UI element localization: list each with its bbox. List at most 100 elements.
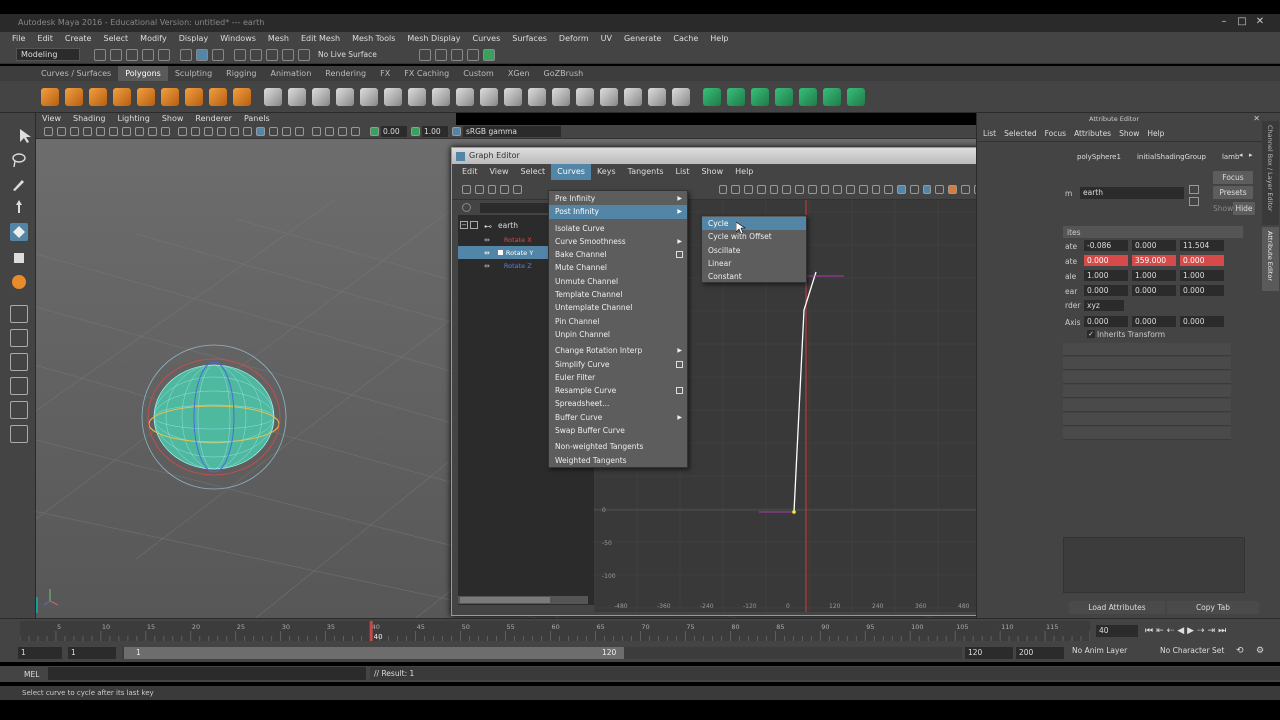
ae-section-extra[interactable] [1063, 413, 1231, 426]
ge-menu-select[interactable]: Select [514, 164, 551, 180]
curves-menu-swap-buffer-curve[interactable]: Swap Buffer Curve [549, 424, 687, 437]
ge-menu-tangents[interactable]: Tangents [622, 164, 670, 180]
clamped-tangent-icon[interactable] [782, 185, 792, 194]
ae-hide-button[interactable]: Hide [1233, 202, 1255, 215]
center-current-time-icon[interactable] [744, 185, 753, 194]
fill-hole-icon[interactable] [576, 87, 594, 106]
select-tool-icon[interactable] [10, 127, 31, 145]
current-time-indicator[interactable] [369, 621, 373, 641]
poly-pyramid-icon[interactable] [209, 87, 227, 106]
menu-generate[interactable]: Generate [618, 32, 667, 46]
node-name-field[interactable]: earth [1080, 187, 1184, 199]
post-infinity-constant[interactable]: Constant [702, 270, 806, 283]
boolean-icon[interactable] [336, 87, 354, 106]
separate-icon[interactable] [288, 87, 306, 106]
menu-select[interactable]: Select [97, 32, 134, 46]
shear-y-field[interactable]: 0.000 [1132, 285, 1176, 296]
smooth-shade-icon[interactable] [191, 127, 200, 136]
shelf-tab-rendering[interactable]: Rendering [318, 66, 373, 81]
menu-cache[interactable]: Cache [667, 32, 704, 46]
auto-key-icon[interactable]: ⟲ [1236, 646, 1244, 656]
curves-menu-curve-smoothness[interactable]: Curve Smoothness ▶ [549, 235, 687, 248]
graph-editor-titlebar[interactable]: Graph Editor ✕ [452, 148, 1061, 164]
xray-joints-icon[interactable] [338, 127, 347, 136]
wedge-icon[interactable] [672, 87, 690, 106]
curves-menu-unpin-channel[interactable]: Unpin Channel [549, 328, 687, 341]
snap-grid-icon[interactable] [234, 48, 246, 61]
ae-tab-polysphere1[interactable]: polySphere1 [1069, 151, 1129, 163]
append-icon[interactable] [456, 87, 474, 106]
ae-focus-button[interactable]: Focus [1213, 171, 1253, 184]
uv-snapshot-icon[interactable] [847, 87, 865, 106]
extrude-icon[interactable] [408, 87, 426, 106]
persp-outliner-icon[interactable] [10, 353, 28, 371]
auto-load-icon[interactable] [897, 185, 906, 194]
scale-tool-icon[interactable] [10, 249, 28, 267]
option-box-icon[interactable] [676, 251, 683, 259]
poly-prism-icon[interactable] [185, 87, 203, 106]
move-tool-icon[interactable] [10, 199, 28, 217]
ge-menu-list[interactable]: List [670, 164, 696, 180]
poly-cube-icon[interactable] [65, 87, 83, 106]
load-attributes-button[interactable]: Load Attributes [1069, 601, 1165, 614]
menu-windows[interactable]: Windows [214, 32, 262, 46]
curves-menu-simplify-curve[interactable]: Simplify Curve [549, 358, 687, 371]
curves-menu-change-rotation-interp[interactable]: Change Rotation Interp ▶ [549, 344, 687, 357]
translate-y-field[interactable]: 0.000 [1132, 240, 1176, 251]
redo-icon[interactable] [158, 48, 170, 61]
region-tool-icon[interactable] [500, 185, 509, 194]
curves-menu-template-channel[interactable]: Template Channel [549, 288, 687, 301]
viewport-menu-lighting[interactable]: Lighting [111, 113, 155, 125]
focus-node-icon[interactable] [1189, 185, 1199, 194]
ae-section-limit[interactable] [1063, 357, 1231, 370]
scrollbar-thumb[interactable] [460, 597, 550, 603]
curves-menu-weighted-tangents[interactable]: Weighted Tangents [549, 454, 687, 467]
mode-dropdown[interactable]: Modeling [16, 48, 80, 61]
field-chart-icon[interactable] [135, 127, 144, 136]
bridge-icon[interactable] [432, 87, 450, 106]
ge-menu-view[interactable]: View [484, 164, 515, 180]
filter-icon[interactable] [462, 203, 471, 212]
smooth-icon[interactable] [360, 87, 378, 106]
menu-mesh-tools[interactable]: Mesh Tools [346, 32, 401, 46]
curves-menu-mute-channel[interactable]: Mute Channel [549, 261, 687, 274]
poly-cone-icon[interactable] [113, 87, 131, 106]
select-component-icon[interactable] [212, 48, 224, 61]
camera-attributes-icon[interactable] [44, 127, 53, 136]
viewport-menu-view[interactable]: View [36, 113, 67, 125]
shelf-tab-sculpting[interactable]: Sculpting [168, 66, 219, 81]
undo-icon[interactable] [142, 48, 154, 61]
safe-action-icon[interactable] [148, 127, 157, 136]
outliner-hscrollbar[interactable] [458, 596, 588, 604]
ae-section-notes[interactable] [1063, 427, 1231, 440]
wireframe-icon[interactable] [178, 127, 187, 136]
menu-file[interactable]: File [6, 32, 31, 46]
offset-edge-loop-icon[interactable] [624, 87, 642, 106]
merge-icon[interactable] [552, 87, 570, 106]
backface-culling-icon[interactable] [351, 127, 360, 136]
curves-menu-non-weighted-tangents[interactable]: Non-weighted Tangents [549, 440, 687, 453]
curves-menu-euler-filter[interactable]: Euler Filter [549, 371, 687, 384]
curves-menu-unmute-channel[interactable]: Unmute Channel [549, 275, 687, 288]
scale-y-field[interactable]: 1.000 [1132, 270, 1176, 281]
lattice-deform-icon[interactable] [487, 185, 497, 194]
wireframe-on-shaded-icon[interactable] [204, 127, 213, 136]
bevel-icon[interactable] [528, 87, 546, 106]
menu-deform[interactable]: Deform [553, 32, 595, 46]
step-back-frame-icon[interactable]: ⇠ [1167, 626, 1175, 636]
collapse-icon[interactable]: − [460, 221, 468, 229]
ae-show-button[interactable]: Show [1213, 204, 1233, 213]
post-infinity-cycle-with-offset[interactable]: Cycle with Offset [702, 230, 806, 243]
depth-of-field-icon[interactable] [295, 127, 304, 136]
shear-z-field[interactable]: 0.000 [1180, 285, 1224, 296]
hypershade-layout-icon[interactable] [10, 401, 28, 419]
shelf-tab-fx-caching[interactable]: FX Caching [397, 66, 456, 81]
menu-surfaces[interactable]: Surfaces [506, 32, 553, 46]
step-forward-key-icon[interactable]: ⇥ [1208, 626, 1216, 636]
rotate-axis-x[interactable]: 0.000 [1084, 316, 1128, 327]
curves-menu-spreadsheet[interactable]: Spreadsheet... [549, 397, 687, 410]
denormalize-icon[interactable] [960, 185, 970, 194]
ge-menu-show[interactable]: Show [696, 164, 730, 180]
ipr-render-icon[interactable] [450, 48, 463, 61]
color-management-icon[interactable] [452, 127, 461, 136]
